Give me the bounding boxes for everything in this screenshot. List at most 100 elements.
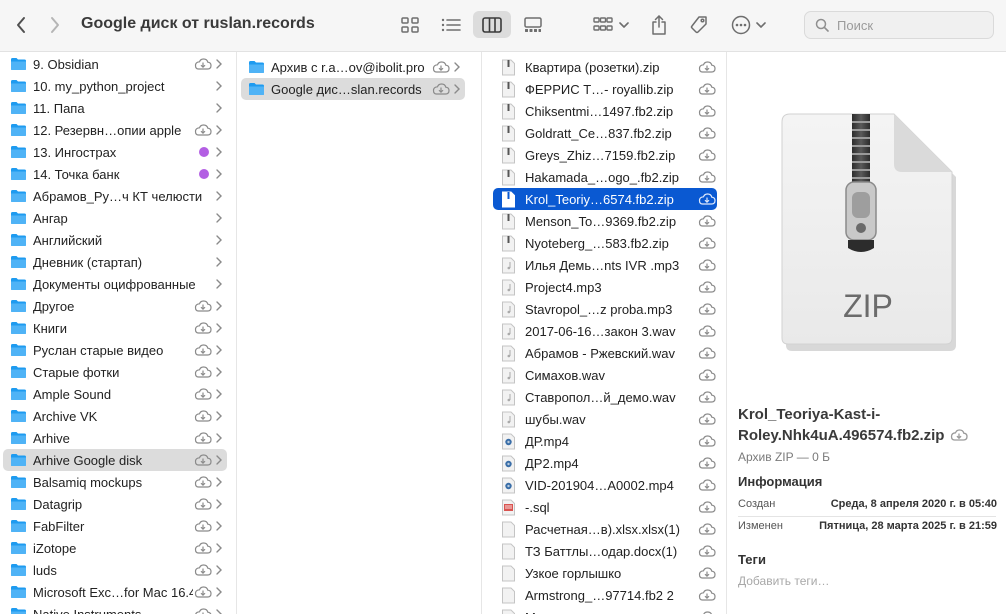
file-row[interactable]: шубы.wav	[493, 408, 717, 430]
cloud-download-icon[interactable]	[697, 369, 717, 381]
cloud-download-icon[interactable]	[697, 457, 717, 469]
search-field[interactable]	[804, 11, 994, 39]
folder-row[interactable]: 10. my_python_project	[3, 75, 227, 97]
cloud-download-icon[interactable]	[193, 608, 213, 614]
view-columns-button[interactable]	[473, 11, 511, 38]
folder-row[interactable]: Microsoft Exc…for Mac 16.42	[3, 581, 227, 603]
folder-row[interactable]: 9. Obsidian	[3, 53, 227, 75]
cloud-download-icon[interactable]	[193, 410, 213, 422]
file-row[interactable]: Project4.mp3	[493, 276, 717, 298]
cloud-download-icon[interactable]	[697, 413, 717, 425]
folder-row[interactable]: Документы оцифрованные	[3, 273, 227, 295]
folder-row[interactable]: Абрамов_Ру…ч КТ челюсти	[3, 185, 227, 207]
file-row[interactable]: ДР2.mp4	[493, 452, 717, 474]
folder-row[interactable]: Arhive	[3, 427, 227, 449]
cloud-download-icon[interactable]	[697, 435, 717, 447]
cloud-download-icon[interactable]	[697, 567, 717, 579]
cloud-download-icon[interactable]	[697, 589, 717, 601]
file-row[interactable]: Расчетная…в).xlsx.xlsx(1)	[493, 518, 717, 540]
file-row[interactable]: VID-201904…A0002.mp4	[493, 474, 717, 496]
file-row[interactable]: Goldratt_Ce…837.fb2.zip	[493, 122, 717, 144]
cloud-download-icon[interactable]	[697, 303, 717, 315]
cloud-download-icon[interactable]	[193, 300, 213, 312]
file-row[interactable]: Узкое горлышко	[493, 562, 717, 584]
folder-row[interactable]: Balsamiq mockups	[3, 471, 227, 493]
folder-row[interactable]: Ангар	[3, 207, 227, 229]
cloud-download-icon[interactable]	[697, 83, 717, 95]
file-row[interactable]: Nyoteberg_…583.fb2.zip	[493, 232, 717, 254]
back-button[interactable]	[8, 12, 34, 38]
folder-row[interactable]: 13. Ингострах	[3, 141, 227, 163]
file-row[interactable]: Симахов.wav	[493, 364, 717, 386]
cloud-download-icon[interactable]	[697, 215, 717, 227]
view-icons-button[interactable]	[396, 12, 424, 38]
tag-button[interactable]	[685, 11, 713, 39]
folder-row[interactable]: Дневник (стартап)	[3, 251, 227, 273]
cloud-download-icon[interactable]	[697, 479, 717, 491]
cloud-download-icon[interactable]	[193, 344, 213, 356]
folder-row[interactable]: Архив с r.a…ov@ibolit.pro	[241, 56, 465, 78]
folder-row[interactable]: Google дис…slan.records	[241, 78, 465, 100]
cloud-download-icon[interactable]	[193, 476, 213, 488]
file-row[interactable]: ТЗ Баттлы…одар.docx(1)	[493, 540, 717, 562]
group-button[interactable]	[590, 12, 632, 38]
file-row[interactable]: 2017-06-16…закон 3.wav	[493, 320, 717, 342]
folder-row[interactable]: 14. Точка банк	[3, 163, 227, 185]
folder-row[interactable]: Книги	[3, 317, 227, 339]
cloud-download-icon[interactable]	[697, 259, 717, 271]
cloud-download-icon[interactable]	[697, 193, 717, 205]
column-files[interactable]: Квартира (розетки).zip ФЕРРИС Т…- royalli…	[483, 52, 727, 614]
file-row[interactable]: Ставропол…й_демо.wav	[493, 386, 717, 408]
file-row[interactable]: ФЕРРИС Т…- royallib.zip	[493, 78, 717, 100]
file-row[interactable]: -.sql	[493, 496, 717, 518]
folder-row[interactable]: luds	[3, 559, 227, 581]
file-row[interactable]: Илья Демь…nts IVR .mp3	[493, 254, 717, 276]
cloud-download-icon[interactable]	[950, 426, 969, 447]
folder-row[interactable]: Другое	[3, 295, 227, 317]
cloud-download-icon[interactable]	[697, 105, 717, 117]
file-row[interactable]: Armstrong_…97714.fb2 2	[493, 584, 717, 606]
cloud-download-icon[interactable]	[193, 124, 213, 136]
search-input[interactable]	[837, 17, 987, 33]
file-row[interactable]: Квартира (розетки).zip	[493, 56, 717, 78]
file-row[interactable]: Абрамов - Ржевский.wav	[493, 342, 717, 364]
cloud-download-icon[interactable]	[697, 325, 717, 337]
file-row[interactable]: Stavropol_…z proba.mp3	[493, 298, 717, 320]
cloud-download-icon[interactable]	[193, 432, 213, 444]
file-row[interactable]: М…	[493, 606, 717, 614]
file-row[interactable]: Greys_Zhiz…7159.fb2.zip	[493, 144, 717, 166]
forward-button[interactable]	[42, 12, 68, 38]
cloud-download-icon[interactable]	[697, 391, 717, 403]
cloud-download-icon[interactable]	[431, 83, 451, 95]
cloud-download-icon[interactable]	[193, 564, 213, 576]
folder-row[interactable]: Arhive Google disk	[3, 449, 227, 471]
cloud-download-icon[interactable]	[697, 237, 717, 249]
cloud-download-icon[interactable]	[697, 61, 717, 73]
file-row[interactable]: Menson_To…9369.fb2.zip	[493, 210, 717, 232]
cloud-download-icon[interactable]	[697, 523, 717, 535]
column-folders[interactable]: 9. Obsidian 10. my_python_project 11. Папа…	[0, 52, 237, 614]
cloud-download-icon[interactable]	[697, 545, 717, 557]
file-row[interactable]: Hakamada_…ogo_.fb2.zip	[493, 166, 717, 188]
cloud-download-icon[interactable]	[697, 501, 717, 513]
more-actions-button[interactable]	[727, 12, 769, 38]
cloud-download-icon[interactable]	[193, 542, 213, 554]
file-row[interactable]: Krol_Teoriy…6574.fb2.zip	[493, 188, 717, 210]
cloud-download-icon[interactable]	[193, 366, 213, 378]
cloud-download-icon[interactable]	[697, 347, 717, 359]
folder-row[interactable]: Руслан старые видео	[3, 339, 227, 361]
add-tags-field[interactable]: Добавить теги…	[738, 574, 829, 588]
share-button[interactable]	[646, 11, 672, 39]
file-row[interactable]: ДР.mp4	[493, 430, 717, 452]
folder-row[interactable]: Archive VK	[3, 405, 227, 427]
cloud-download-icon[interactable]	[193, 520, 213, 532]
cloud-download-icon[interactable]	[697, 149, 717, 161]
cloud-download-icon[interactable]	[193, 498, 213, 510]
cloud-download-icon[interactable]	[193, 586, 213, 598]
cloud-download-icon[interactable]	[697, 171, 717, 183]
view-gallery-button[interactable]	[518, 12, 548, 38]
folder-row[interactable]: Старые фотки	[3, 361, 227, 383]
cloud-download-icon[interactable]	[431, 61, 451, 73]
folder-row[interactable]: Native Instruments	[3, 603, 227, 614]
file-row[interactable]: Chiksentmi…1497.fb2.zip	[493, 100, 717, 122]
